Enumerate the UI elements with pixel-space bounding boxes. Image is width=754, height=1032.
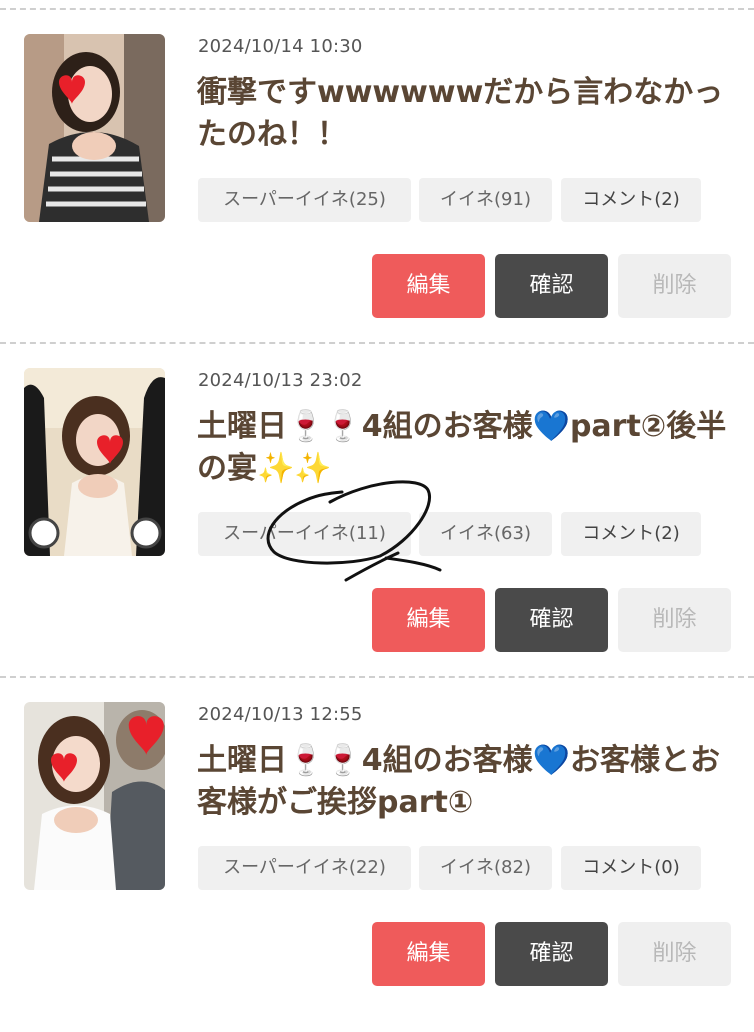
post-thumbnail[interactable] (24, 34, 165, 222)
wine-glass-icon: 🍷 (287, 743, 325, 778)
comment-count: コメント(0) (561, 846, 701, 890)
like-count: イイネ(91) (419, 178, 552, 222)
super-like-count: スーパーイイネ(22) (198, 846, 411, 890)
super-like-count: スーパーイイネ(11) (198, 512, 411, 556)
divider (0, 342, 754, 344)
delete-button[interactable]: 削除 (618, 588, 731, 652)
blue-heart-icon: 💙 (532, 409, 570, 444)
post-title-part: 4組のお客様 (361, 743, 533, 778)
post-thumbnail[interactable] (24, 368, 165, 556)
post-datetime: 2024/10/13 23:02 (198, 370, 363, 391)
divider-top (0, 8, 754, 10)
like-count: イイネ(82) (419, 846, 552, 890)
confirm-button[interactable]: 確認 (495, 254, 608, 318)
edit-button[interactable]: 編集 (372, 254, 485, 318)
delete-button[interactable]: 削除 (618, 922, 731, 986)
like-count: イイネ(63) (419, 512, 552, 556)
post-title-part: 4組のお客様 (361, 409, 533, 444)
post-title[interactable]: 土曜日🍷🍷4組のお客様💙part②後半の宴✨✨ (197, 406, 727, 490)
post-thumbnail[interactable] (24, 702, 165, 890)
divider (0, 676, 754, 678)
sparkles-icon: ✨ (257, 451, 295, 486)
edit-button[interactable]: 編集 (372, 922, 485, 986)
post-title-part: 土曜日 (197, 409, 287, 444)
comment-count: コメント(2) (561, 512, 701, 556)
edit-button[interactable]: 編集 (372, 588, 485, 652)
post-item: 2024/10/14 10:30 衝撃ですwwwwwwだから言わなかったのね！！… (0, 34, 754, 364)
post-datetime: 2024/10/13 12:55 (198, 704, 363, 725)
comment-count: コメント(2) (561, 178, 701, 222)
super-like-count: スーパーイイネ(25) (198, 178, 411, 222)
delete-button[interactable]: 削除 (618, 254, 731, 318)
post-title[interactable]: 衝撃ですwwwwwwだから言わなかったのね！！ (197, 72, 727, 156)
post-item: 2024/10/13 12:55 土曜日🍷🍷4組のお客様💙お客様とお客様がご挨拶… (0, 702, 754, 1032)
sparkles-icon: ✨ (294, 451, 332, 486)
wine-glass-icon: 🍷 (287, 409, 325, 444)
post-datetime: 2024/10/14 10:30 (198, 36, 363, 57)
post-item: 2024/10/13 23:02 土曜日🍷🍷4組のお客様💙part②後半の宴✨✨… (0, 368, 754, 698)
post-title-part: 土曜日 (197, 743, 287, 778)
wine-glass-icon: 🍷 (324, 409, 362, 444)
blue-heart-icon: 💙 (532, 743, 570, 778)
post-title[interactable]: 土曜日🍷🍷4組のお客様💙お客様とお客様がご挨拶part① (197, 740, 727, 824)
wine-glass-icon: 🍷 (324, 743, 362, 778)
confirm-button[interactable]: 確認 (495, 922, 608, 986)
post-title-text: 衝撃ですwwwwwwだから言わなかったのね！！ (197, 75, 724, 152)
confirm-button[interactable]: 確認 (495, 588, 608, 652)
